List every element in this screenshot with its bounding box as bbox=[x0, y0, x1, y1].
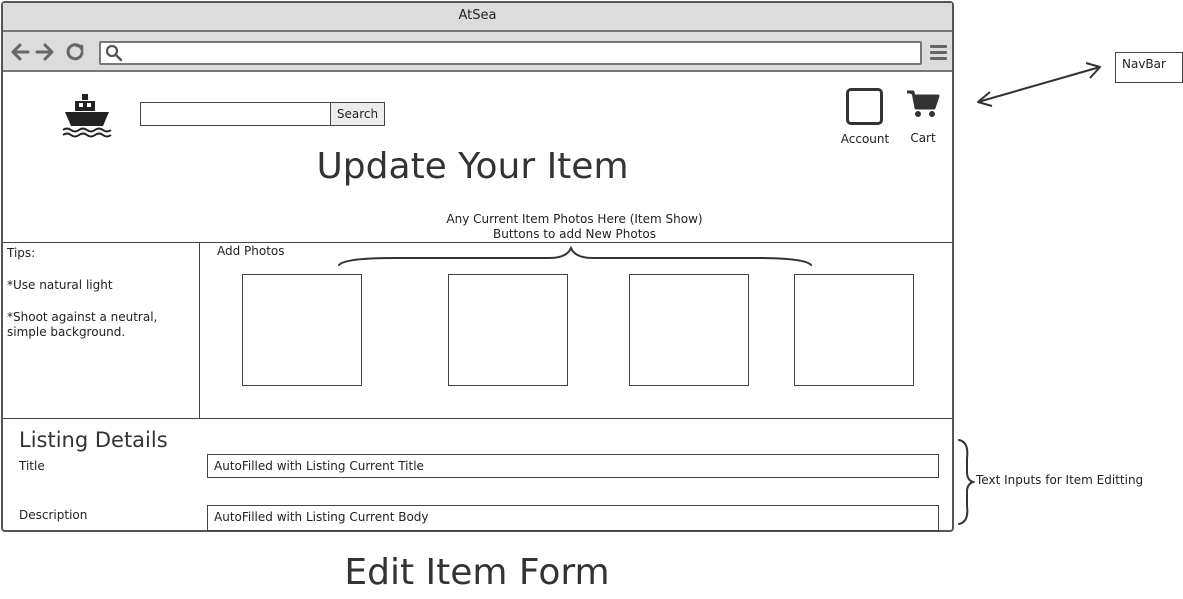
search-input[interactable] bbox=[140, 102, 331, 126]
account-label[interactable]: Account bbox=[835, 132, 895, 146]
arrow-right-icon[interactable] bbox=[34, 41, 56, 63]
url-bar[interactable] bbox=[99, 41, 922, 65]
arrow-left-icon[interactable] bbox=[9, 41, 31, 63]
search-icon bbox=[105, 44, 123, 62]
tips-divider bbox=[199, 242, 200, 418]
browser-window: AtSea Search Account Cart Update Your It… bbox=[1, 1, 954, 532]
navbar-arrow bbox=[977, 62, 1101, 107]
window-title: AtSea bbox=[458, 8, 497, 23]
photo-slot[interactable] bbox=[448, 274, 568, 386]
add-photos-label[interactable]: Add Photos bbox=[217, 244, 285, 258]
description-label: Description bbox=[19, 508, 88, 522]
ship-icon[interactable] bbox=[61, 92, 113, 138]
navbar-annotation: NavBar bbox=[1115, 52, 1183, 83]
cart-label[interactable]: Cart bbox=[903, 131, 943, 145]
title-input[interactable]: AutoFilled with Listing Current Title bbox=[207, 454, 939, 478]
description-input[interactable]: AutoFilled with Listing Current Body bbox=[207, 505, 939, 531]
tips-heading: Tips: bbox=[7, 246, 36, 260]
title-bar: AtSea bbox=[3, 3, 952, 32]
photo-slot[interactable] bbox=[629, 274, 749, 386]
tips-panel: Tips: *Use natural light *Shoot against … bbox=[7, 246, 199, 357]
browser-toolbar bbox=[3, 32, 952, 72]
page-title: Update Your Item bbox=[316, 146, 629, 187]
section-divider-top bbox=[3, 242, 952, 243]
account-icon[interactable] bbox=[846, 88, 883, 125]
hamburger-menu-icon[interactable] bbox=[930, 45, 947, 61]
title-label: Title bbox=[19, 459, 45, 473]
photo-annotation-line1: Any Current Item Photos Here (Item Show) bbox=[446, 212, 703, 226]
photo-annotation: Any Current Item Photos Here (Item Show)… bbox=[431, 212, 718, 242]
inputs-brace bbox=[958, 439, 975, 525]
tip-item: *Shoot against a neutral, simple backgro… bbox=[7, 310, 158, 339]
photo-annotation-line2: Buttons to add New Photos bbox=[493, 227, 656, 241]
tip-item: *Use natural light bbox=[7, 278, 113, 292]
photo-slot[interactable] bbox=[794, 274, 914, 386]
listing-details-heading: Listing Details bbox=[19, 428, 168, 452]
section-divider-bottom bbox=[3, 418, 952, 419]
photo-slot[interactable] bbox=[242, 274, 362, 386]
reload-icon[interactable] bbox=[64, 41, 86, 63]
cart-icon[interactable] bbox=[906, 89, 940, 119]
photo-brace bbox=[338, 246, 812, 266]
text-inputs-annotation: Text Inputs for Item Editting bbox=[976, 473, 1144, 487]
search-button[interactable]: Search bbox=[330, 102, 385, 126]
diagram-caption: Edit Item Form bbox=[344, 552, 610, 593]
